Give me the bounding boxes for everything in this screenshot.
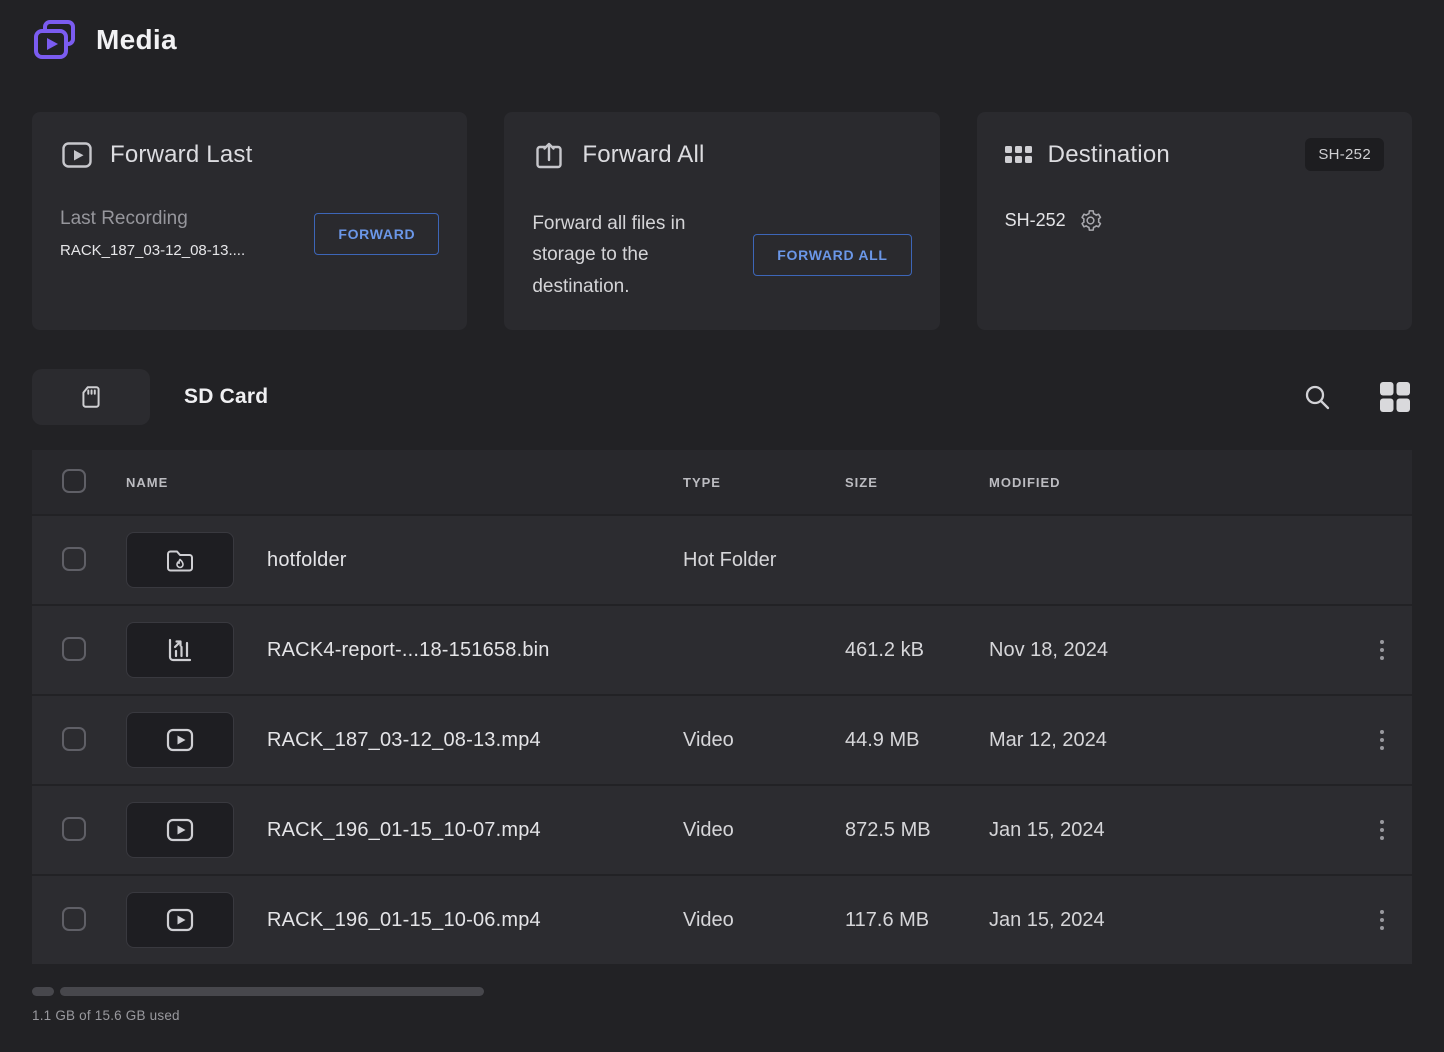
table-row[interactable]: RACK_187_03-12_08-13.mp4 Video 44.9 MB M… [32,696,1412,786]
table-header-row: NAME TYPE SIZE MODIFIED [32,450,1412,516]
file-size: 872.5 MB [845,819,989,842]
page-header: Media [32,18,1412,62]
file-name: RACK_187_03-12_08-13.mp4 [267,729,683,752]
destination-title: Destination [1048,141,1170,169]
forward-all-card: Forward All Forward all files in storage… [504,112,939,330]
storage-toolbar: SD Card [32,369,1412,425]
file-thumbnail [126,802,234,858]
file-type: Video [683,909,845,932]
forward-all-title: Forward All [582,141,704,169]
row-checkbox[interactable] [62,727,86,751]
sd-card-icon [78,384,104,410]
last-recording-filename: RACK_187_03-12_08-13.... [60,242,245,259]
media-logo-icon [32,18,78,62]
destination-device-name: SH-252 [1005,210,1066,231]
grid-view-icon [1378,380,1412,414]
row-menu-button[interactable] [1374,634,1390,666]
file-name: hotfolder [267,549,683,572]
file-table: NAME TYPE SIZE MODIFIED hotfolder [32,450,1412,966]
scrollbar-nub[interactable] [32,987,54,996]
last-recording-info: Last Recording RACK_187_03-12_08-13.... [60,208,245,259]
column-header-type: TYPE [683,475,845,490]
destination-grid-icon [1005,146,1032,163]
forward-button[interactable]: FORWARD [314,213,439,255]
row-menu-button[interactable] [1374,814,1390,846]
last-recording-label: Last Recording [60,208,245,230]
select-all-checkbox[interactable] [62,469,86,493]
file-type: Video [683,729,845,752]
hot-folder-icon [164,544,196,576]
file-thumbnail [126,712,234,768]
search-icon [1302,382,1332,412]
file-size: 117.6 MB [845,909,989,932]
file-modified: Jan 15, 2024 [989,819,1352,842]
row-checkbox[interactable] [62,907,86,931]
file-size: 461.2 kB [845,639,989,662]
forward-all-description: Forward all files in storage to the dest… [532,208,744,302]
file-size: 44.9 MB [845,729,989,752]
row-checkbox[interactable] [62,817,86,841]
forward-last-title: Forward Last [110,141,252,169]
row-menu-button[interactable] [1374,904,1390,936]
forward-all-button[interactable]: FORWARD ALL [753,234,911,276]
row-checkbox[interactable] [62,547,86,571]
file-modified: Nov 18, 2024 [989,639,1352,662]
file-thumbnail [126,892,234,948]
search-button[interactable] [1302,382,1332,412]
report-chart-icon [164,634,196,666]
upload-box-icon [532,138,566,172]
video-icon [164,904,196,936]
file-modified: Jan 15, 2024 [989,909,1352,932]
summary-cards: Forward Last Last Recording RACK_187_03-… [32,112,1412,330]
file-name: RACK_196_01-15_10-07.mp4 [267,819,683,842]
sd-card-source-button[interactable] [32,369,150,425]
file-thumbnail [126,622,234,678]
storage-source-title: SD Card [184,385,268,409]
gear-icon [1079,209,1102,232]
row-menu-button[interactable] [1374,724,1390,756]
table-row[interactable]: RACK_196_01-15_10-07.mp4 Video 872.5 MB … [32,786,1412,876]
table-row[interactable]: RACK_196_01-15_10-06.mp4 Video 117.6 MB … [32,876,1412,966]
play-screen-icon [60,138,94,172]
file-name: RACK4-report-...18-151658.bin [267,639,683,662]
file-type: Hot Folder [683,549,845,572]
destination-card: Destination SH-252 SH-252 [977,112,1412,330]
media-page: Media Forward Last Last Recording RACK_1… [0,0,1444,1023]
page-title: Media [96,24,177,56]
video-icon [164,724,196,756]
column-header-modified: MODIFIED [989,475,1352,490]
storage-usage-text: 1.1 GB of 15.6 GB used [32,1008,1412,1023]
file-type: Video [683,819,845,842]
table-row[interactable]: RACK4-report-...18-151658.bin 461.2 kB N… [32,606,1412,696]
horizontal-scrollbar-thumb[interactable] [60,987,484,996]
file-modified: Mar 12, 2024 [989,729,1352,752]
grid-view-button[interactable] [1378,380,1412,414]
horizontal-scrollbar[interactable] [32,987,1412,996]
file-thumbnail [126,532,234,588]
table-footer: 1.1 GB of 15.6 GB used [32,987,1412,1023]
column-header-size: SIZE [845,475,989,490]
destination-badge: SH-252 [1305,138,1384,171]
video-icon [164,814,196,846]
forward-last-card: Forward Last Last Recording RACK_187_03-… [32,112,467,330]
file-name: RACK_196_01-15_10-06.mp4 [267,909,683,932]
column-header-name: NAME [126,475,683,490]
row-checkbox[interactable] [62,637,86,661]
table-row[interactable]: hotfolder Hot Folder [32,516,1412,606]
destination-settings-button[interactable] [1079,209,1102,232]
